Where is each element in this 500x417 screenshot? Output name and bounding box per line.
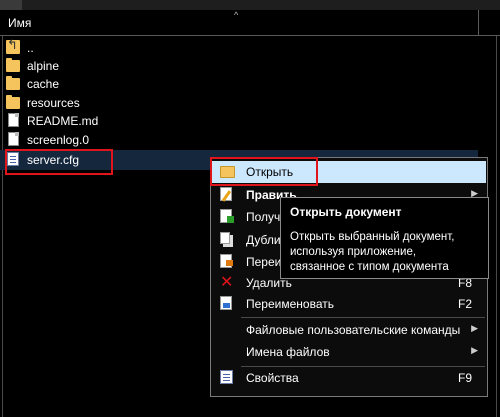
menu-item-shortcut: F2	[457, 297, 472, 311]
panel-right-border	[496, 36, 497, 417]
folder-icon	[6, 94, 20, 109]
file-name: ..	[27, 40, 34, 55]
move-icon	[220, 254, 233, 268]
folder-icon	[6, 75, 20, 90]
menu-item-file-names[interactable]: Имена файлов ▶	[212, 341, 486, 363]
file-row-cache[interactable]: cache	[6, 74, 59, 93]
annotation-box-file	[5, 149, 113, 175]
tooltip-line: связанное с типом документа	[290, 261, 449, 273]
annotation-box-open	[210, 157, 318, 186]
file-row-screenlog[interactable]: screenlog.0	[6, 130, 89, 149]
file-row-resources[interactable]: resources	[6, 93, 80, 112]
tooltip-title: Открыть документ	[290, 205, 402, 219]
file-row-up[interactable]: ..	[6, 37, 34, 57]
menu-item-properties[interactable]: Свойства F9	[212, 367, 486, 389]
submenu-arrow-icon: ▶	[471, 345, 478, 355]
menu-item-label: Переи	[246, 255, 282, 269]
duplicate-icon	[220, 232, 230, 244]
menu-item-label: Имена файлов	[246, 345, 330, 359]
submenu-arrow-icon: ▶	[471, 323, 478, 333]
menu-item-label: Файловые пользовательские команды	[246, 323, 461, 337]
tooltip-line: используя приложение,	[290, 246, 417, 258]
menu-separator	[241, 317, 485, 318]
panel-left-border	[2, 36, 3, 417]
get-icon	[220, 209, 234, 223]
tooltip-body: Открыть выбранный документ, используя пр…	[290, 230, 480, 275]
file-row-alpine[interactable]: alpine	[6, 56, 59, 75]
column-separator[interactable]	[478, 10, 479, 36]
document-icon	[8, 131, 19, 146]
menu-item-label: Дубли	[246, 233, 281, 247]
file-row-readme[interactable]: README.md	[6, 111, 98, 130]
file-name: cache	[27, 76, 60, 91]
delete-icon: ✕	[220, 274, 234, 291]
menu-item-label: Получ	[246, 210, 281, 224]
parent-folder-icon	[6, 37, 20, 54]
rename-icon	[220, 296, 232, 310]
menu-item-label: Переименовать	[246, 297, 334, 311]
file-name: screenlog.0	[27, 132, 90, 147]
file-name: resources	[27, 95, 80, 110]
file-name: alpine	[27, 58, 60, 73]
tooltip: Открыть документ Открыть выбранный докум…	[280, 197, 489, 279]
menu-item-user-commands[interactable]: Файловые пользовательские команды ▶	[212, 319, 486, 341]
edit-icon	[220, 187, 232, 201]
folder-icon	[6, 57, 20, 72]
top-strip	[0, 0, 500, 10]
sort-ascending-icon: ^	[234, 10, 239, 20]
menu-item-shortcut: F9	[457, 371, 472, 385]
top-strip-corner	[0, 0, 22, 10]
properties-icon	[220, 370, 233, 384]
menu-item-rename[interactable]: Переименовать F2	[212, 293, 486, 315]
tooltip-line: Открыть выбранный документ,	[290, 231, 455, 243]
column-name-header[interactable]: Имя	[8, 16, 31, 30]
document-icon	[8, 112, 19, 127]
file-name: README.md	[27, 113, 99, 128]
menu-item-label: Свойства	[246, 371, 299, 385]
column-header: Имя ^	[0, 10, 500, 36]
